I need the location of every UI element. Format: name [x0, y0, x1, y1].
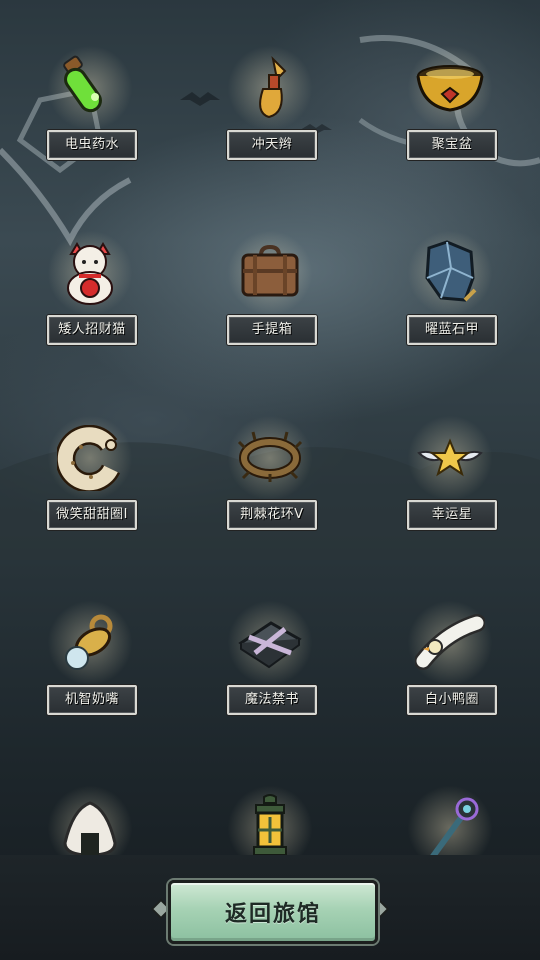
item-slot[interactable]: 手提箱: [180, 185, 360, 370]
suitcase-icon: [224, 227, 316, 319]
item-name-label: 荆棘花环V: [227, 500, 317, 530]
item-slot[interactable]: 矮人招财猫: [0, 185, 180, 370]
forbidden-book-icon: [224, 597, 316, 689]
ponytail-icon: [224, 42, 316, 134]
item-name-label: 白小鸭圈: [407, 685, 497, 715]
donut-icon: [44, 412, 136, 504]
rice-ball-icon: [44, 782, 136, 855]
item-slot[interactable]: 魔法禁书: [180, 555, 360, 740]
item-slot[interactable]: 曜蓝石甲: [360, 185, 540, 370]
item-name-label: 微笑甜甜圈I: [47, 500, 137, 530]
green-potion-icon: [44, 42, 136, 134]
pacifier-icon: [44, 597, 136, 689]
item-slot[interactable]: [0, 740, 180, 855]
item-grid: 电虫药水 冲天辫 聚宝盆 矮人招财猫 手提箱 曜蓝石甲 微笑甜甜圈I 荆棘花环V…: [0, 0, 540, 855]
item-name-label: 矮人招财猫: [47, 315, 137, 345]
return-to-inn-button[interactable]: 返回旅馆: [168, 880, 378, 944]
item-name-label: 机智奶嘴: [47, 685, 137, 715]
item-slot[interactable]: 微笑甜甜圈I: [0, 370, 180, 555]
item-name-label: 电虫药水: [47, 130, 137, 160]
item-name-label: 幸运星: [407, 500, 497, 530]
item-slot[interactable]: [360, 740, 540, 855]
item-slot[interactable]: 聚宝盆: [360, 0, 540, 185]
lucky-cat-icon: [44, 227, 136, 319]
item-name-label: 魔法禁书: [227, 685, 317, 715]
lucky-star-icon: [404, 412, 496, 504]
item-slot[interactable]: 电虫药水: [0, 0, 180, 185]
treasure-bowl-icon: [404, 42, 496, 134]
item-name-label: 手提箱: [227, 315, 317, 345]
thorn-wreath-icon: [224, 412, 316, 504]
duck-ring-icon: [404, 597, 496, 689]
lantern-icon: [224, 782, 316, 855]
item-slot[interactable]: 机智奶嘴: [0, 555, 180, 740]
item-slot[interactable]: 幸运星: [360, 370, 540, 555]
item-slot[interactable]: [180, 740, 360, 855]
item-name-label: 聚宝盆: [407, 130, 497, 160]
item-slot[interactable]: 荆棘花环V: [180, 370, 360, 555]
magic-staff-icon: [404, 782, 496, 855]
item-slot[interactable]: 白小鸭圈: [360, 555, 540, 740]
blue-stone-armor-icon: [404, 227, 496, 319]
item-name-label: 冲天辫: [227, 130, 317, 160]
item-name-label: 曜蓝石甲: [407, 315, 497, 345]
item-slot[interactable]: 冲天辫: [180, 0, 360, 185]
return-to-inn-label: 返回旅馆: [224, 902, 321, 927]
